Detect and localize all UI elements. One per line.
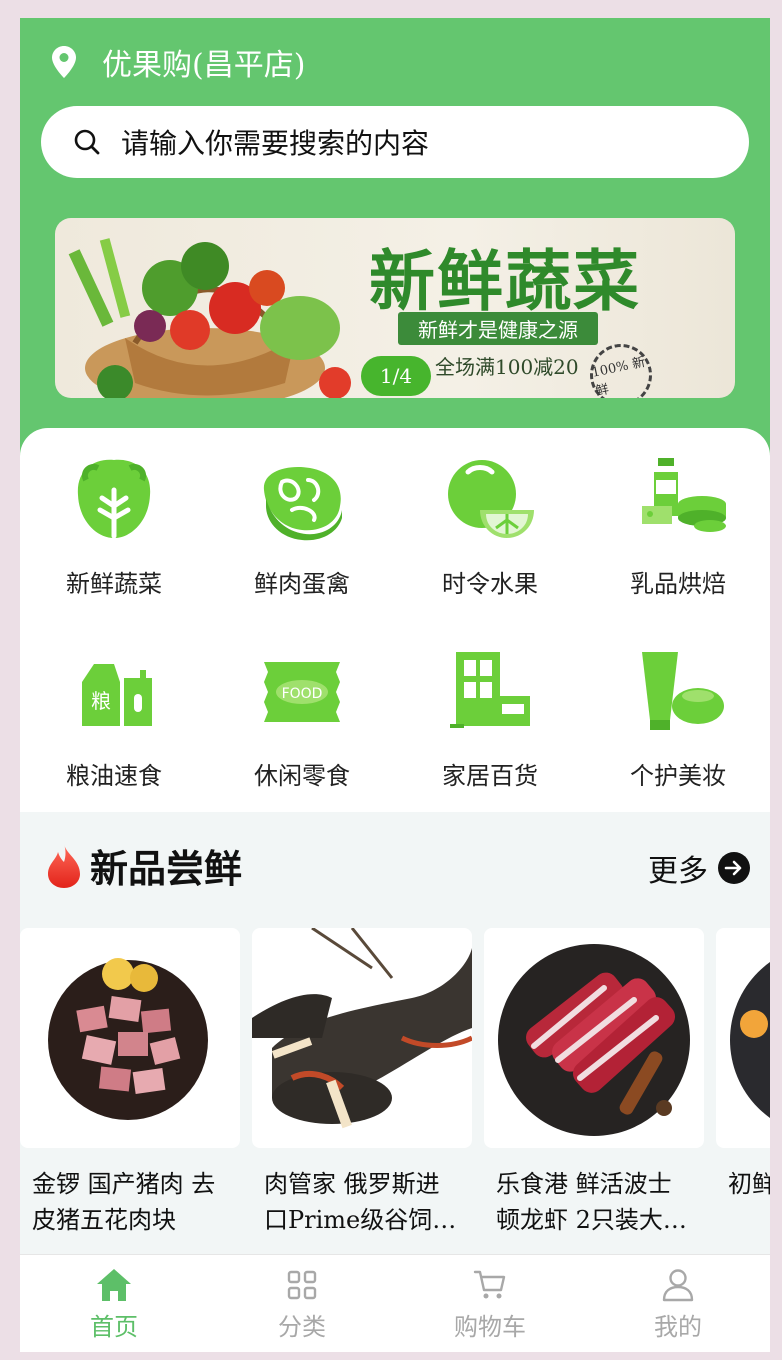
product-image [252,928,472,1148]
svg-text:FOOD: FOOD [282,686,323,702]
home-goods-icon [450,652,530,728]
category-item-snack[interactable]: FOOD 休闲零食 [208,620,396,800]
product-card[interactable]: 初鲜 冷冻… [716,928,770,1254]
snack-icon: FOOD [264,662,340,722]
product-name: 乐食港 鲜活波士顿龙虾 2只装大… [496,1170,687,1234]
category-label: 家居百货 [442,762,538,790]
category-label: 乳品烘焙 [630,570,726,598]
search-input[interactable]: 请输入你需要搜索的内容 [121,122,429,162]
category-grid-icon [287,1270,317,1300]
svg-text:粮: 粮 [91,689,111,713]
more-label: 更多 [648,854,708,889]
product-image [484,928,704,1148]
banner-promo: 全场满100减20 [435,355,579,379]
store-name: 优果购(昌平店) [102,48,306,83]
banner-seal: 100% 新鲜 [584,338,658,398]
product-carousel[interactable]: 金锣 国产猪肉 去皮猪五花肉块 肉管家 俄罗斯进口Prime级谷饲… 乐食港 鲜… [20,928,770,1254]
category-item-home-goods[interactable]: 家居百货 [396,620,584,800]
vegetable-icon [77,459,151,539]
category-item-vegetable[interactable]: 新鲜蔬菜 [20,428,208,608]
vegetable-basket-illustration [68,238,351,398]
more-button[interactable]: 更多 [648,846,750,890]
product-card[interactable]: 乐食港 鲜活波士顿龙虾 2只装大… [484,928,704,1254]
category-item-dairy[interactable]: 乳品烘焙 [584,428,770,608]
product-card[interactable]: 肉管家 俄罗斯进口Prime级谷饲… [252,928,472,1254]
arrow-right-circle-icon [718,852,750,884]
tab-label: 分类 [278,1313,326,1341]
tab-label: 我的 [654,1313,702,1341]
promo-banner[interactable]: 新鲜蔬菜 新鲜才是健康之源 全场满100减20 100% 新鲜 1/4 [55,218,735,398]
category-item-meat[interactable]: 鲜肉蛋禽 [208,428,396,608]
location-pin-icon [52,46,76,78]
tab-label: 首页 [90,1313,138,1341]
product-image [716,928,770,1148]
category-item-grain-oil[interactable]: 粮 粮油速食 [20,620,208,800]
category-label: 时令水果 [442,570,538,598]
product-name: 初鲜 冷冻… [728,1170,770,1198]
header-area: 优果购(昌平店) 请输入你需要搜索的内容 新鲜蔬菜 新鲜才是健康之源 全场满10… [20,18,770,458]
tab-profile[interactable]: 我的 [584,1255,770,1352]
category-label: 鲜肉蛋禽 [254,570,350,598]
dairy-icon [642,458,726,532]
banner-title: 新鲜蔬菜 [369,242,641,320]
category-label: 粮油速食 [66,762,162,790]
tab-category[interactable]: 分类 [208,1255,396,1352]
meat-icon [263,466,342,541]
category-grid: 新鲜蔬菜 鲜肉蛋禽 时令水果 乳品烘焙 粮 粮油速食 FOOD 休闲零食 家居百… [20,428,770,812]
category-item-fruit[interactable]: 时令水果 [396,428,584,608]
category-item-personal-care[interactable]: 个护美妆 [584,620,770,800]
category-label: 新鲜蔬菜 [66,570,162,598]
fruit-icon [448,460,534,538]
user-icon [662,1269,694,1302]
store-location[interactable]: 优果购(昌平店) [52,40,305,84]
product-name: 肉管家 俄罗斯进口Prime级谷饲… [264,1170,457,1234]
section-title: 新品尝鲜 [46,838,242,893]
search-icon [74,129,100,155]
new-products-header: 新品尝鲜 更多 [20,812,770,928]
bottom-tab-bar: 首页 分类 购物车 我的 [20,1254,770,1352]
home-icon [97,1269,131,1301]
search-bar[interactable]: 请输入你需要搜索的内容 [41,106,749,178]
grain-oil-icon: 粮 [82,664,152,726]
tab-cart[interactable]: 购物车 [396,1255,584,1352]
banner-subtitle: 新鲜才是健康之源 [398,312,598,345]
product-card[interactable]: 金锣 国产猪肉 去皮猪五花肉块 [20,928,240,1254]
cart-icon [473,1270,506,1299]
product-image [20,928,240,1148]
banner-pager: 1/4 [361,356,431,396]
category-label: 个护美妆 [630,762,726,790]
tab-home[interactable]: 首页 [20,1255,208,1352]
category-label: 休闲零食 [254,762,350,790]
tab-label: 购物车 [454,1313,526,1341]
product-name: 金锣 国产猪肉 去皮猪五花肉块 [32,1170,216,1234]
personal-care-icon [642,652,724,730]
flame-icon [48,843,80,888]
phone-screen: 优果购(昌平店) 请输入你需要搜索的内容 新鲜蔬菜 新鲜才是健康之源 全场满10… [20,18,770,1352]
